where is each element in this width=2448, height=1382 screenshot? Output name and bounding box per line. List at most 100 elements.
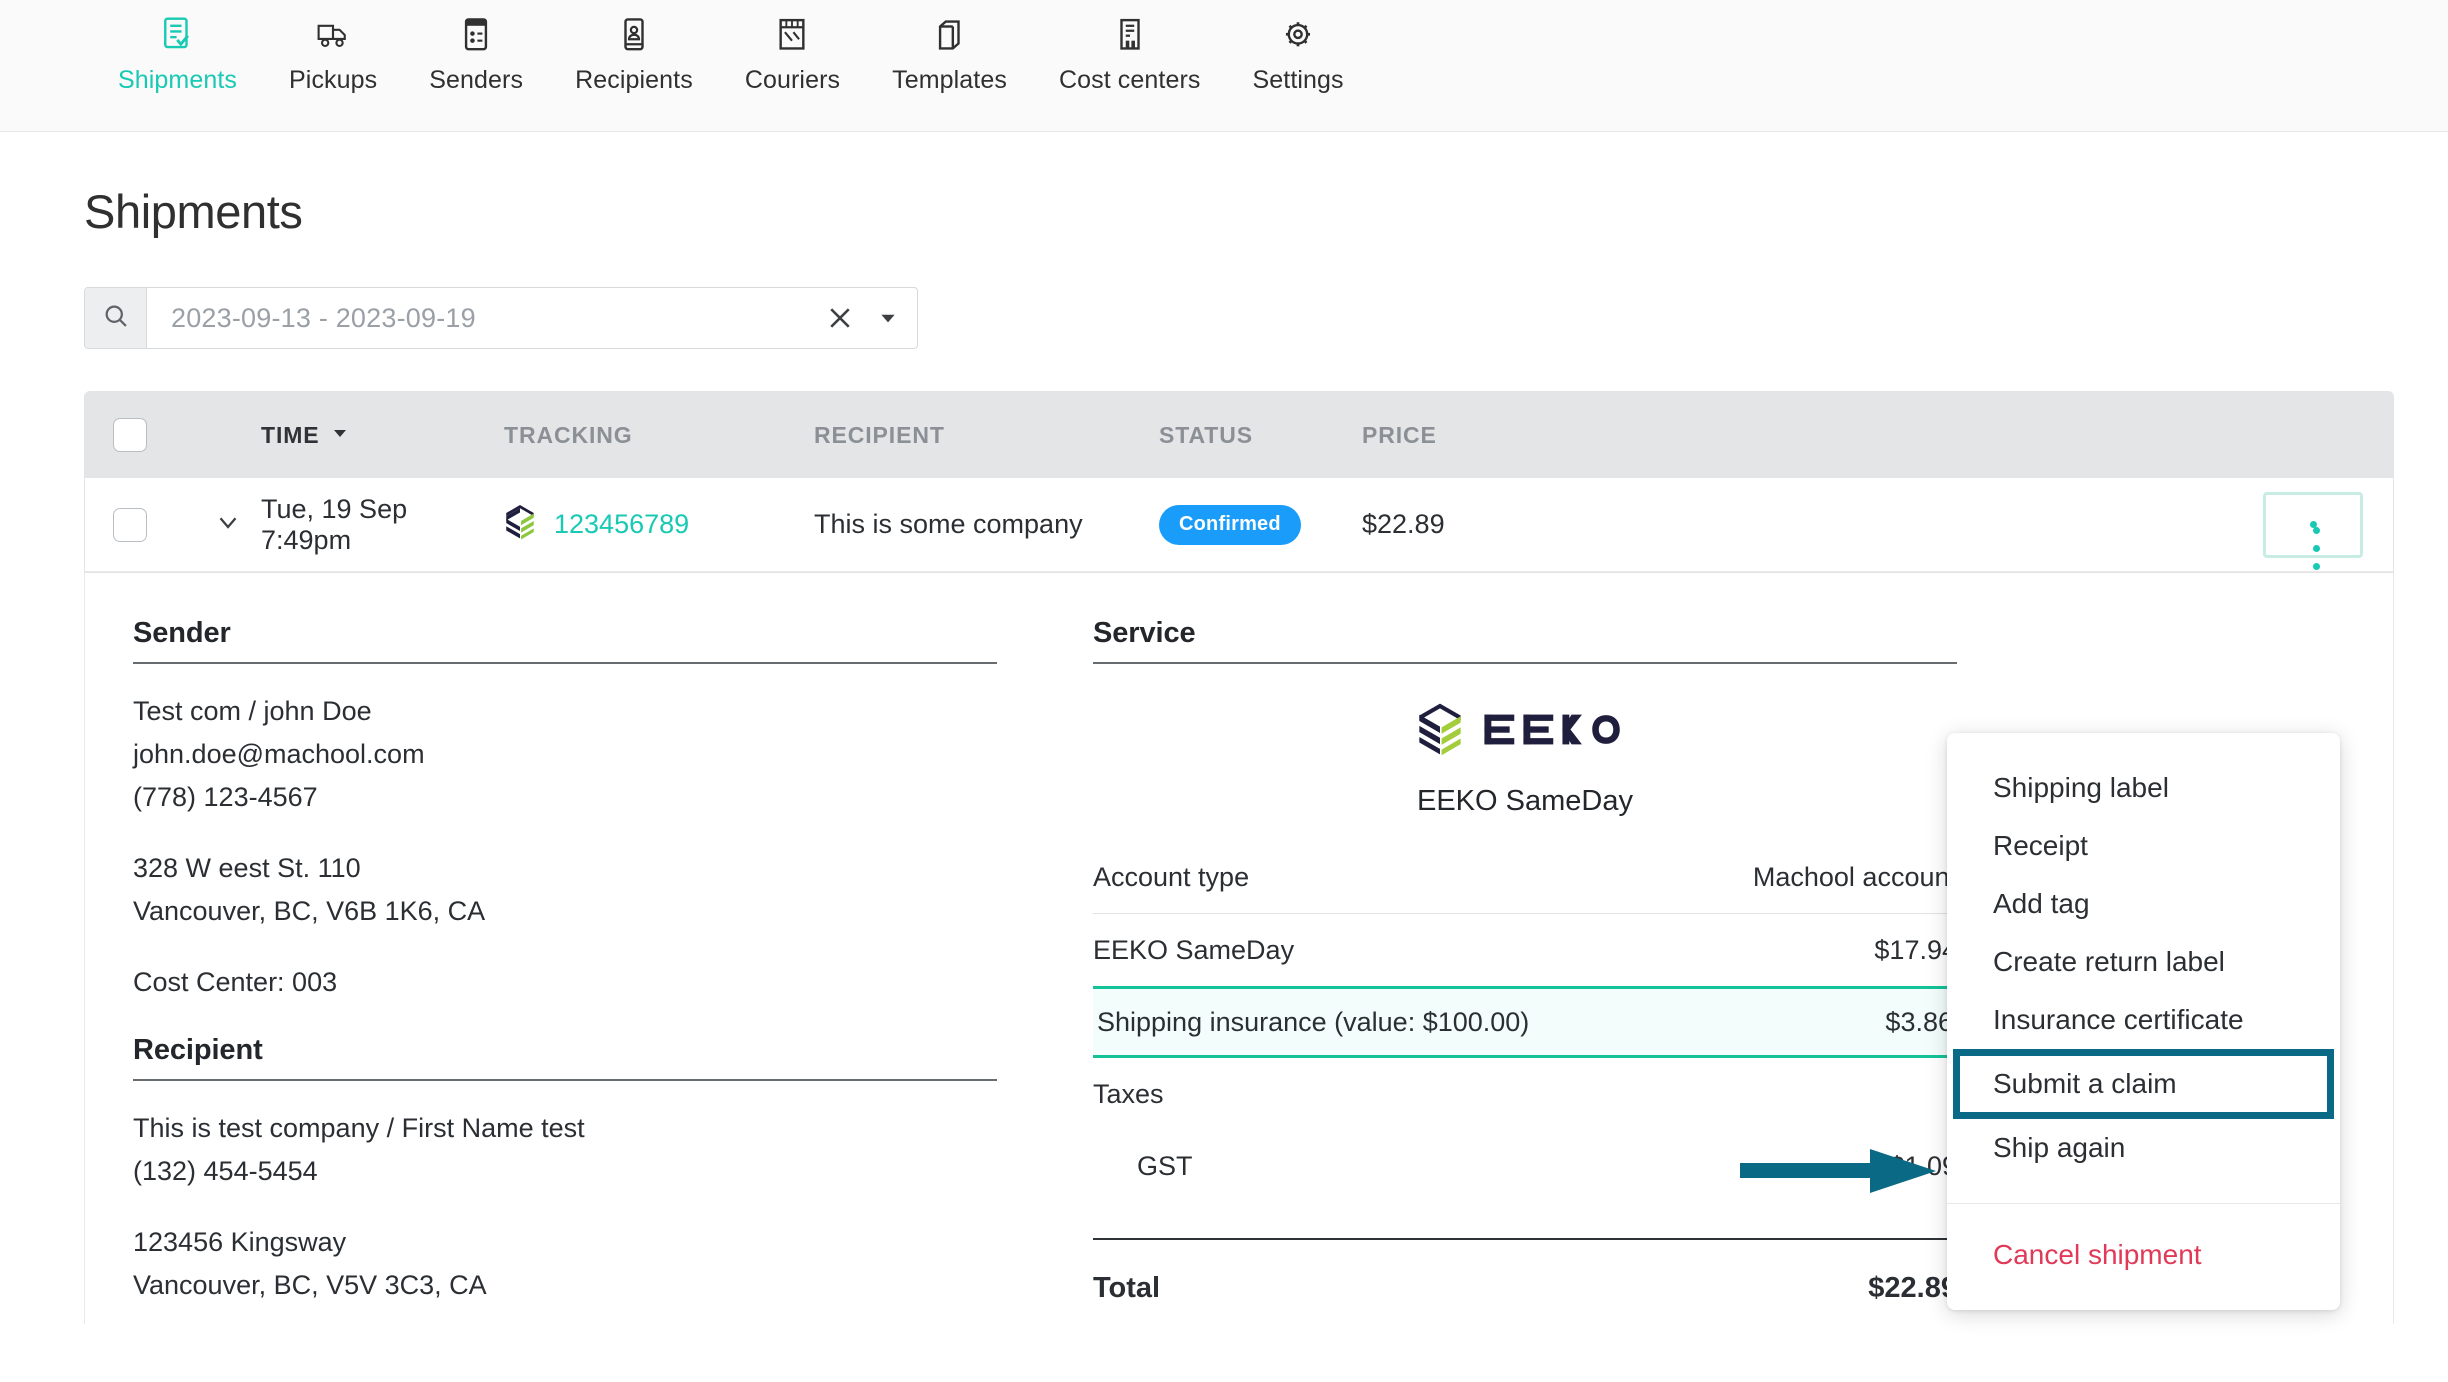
menu-item-ship-again[interactable]: Ship again	[1947, 1119, 2340, 1177]
building-icon	[1113, 16, 1147, 54]
eeko-logo-icon	[1416, 702, 1464, 761]
price-row-value: Machool account	[1752, 862, 1957, 892]
price-row-label: GST	[1137, 1150, 1193, 1181]
date-range-search[interactable]: 2023-09-13 - 2023-09-19	[84, 287, 918, 349]
recipient-address-line1: 123456 Kingsway	[133, 1227, 347, 1257]
nav-item-settings[interactable]: Settings	[1227, 0, 1370, 95]
shipments-table: TIME TRACKING RECIPIENT STATUS PRICE Tue…	[84, 391, 2394, 573]
expand-row-button[interactable]	[195, 507, 261, 542]
sender-section-title: Sender	[133, 617, 231, 649]
caret-down-icon[interactable]	[877, 307, 899, 329]
table-header-row: TIME TRACKING RECIPIENT STATUS PRICE	[85, 392, 2393, 478]
price-row-service: EEKO SameDay $17.94	[1093, 914, 1957, 986]
nav-label: Senders	[429, 66, 524, 94]
table-row[interactable]: Tue, 19 Sep 7:49pm 123456789 This is som…	[85, 478, 2393, 572]
menu-item-insurance-certificate[interactable]: Insurance certificate	[1947, 991, 2340, 1049]
nav-item-senders[interactable]: Senders	[403, 0, 549, 95]
top-navigation: Shipments Pickups Senders Recipients Cou…	[0, 0, 2448, 132]
section-divider	[133, 662, 997, 664]
sender-cost-center: Cost Center: 003	[133, 967, 338, 997]
row-actions-dropdown: Shipping label Receipt Add tag Create re…	[1947, 733, 2340, 1310]
sender-card-icon	[459, 16, 493, 54]
service-section-title: Service	[1093, 617, 1196, 649]
detail-right-column: Service EEKO SameDay Account type Machoo…	[1045, 617, 2005, 1324]
recipient-card-icon	[617, 16, 651, 54]
nav-item-templates[interactable]: Templates	[866, 0, 1033, 95]
row-actions-menu-button[interactable]	[2263, 491, 2363, 570]
nav-item-pickups[interactable]: Pickups	[263, 0, 403, 95]
nav-item-couriers[interactable]: Couriers	[719, 0, 866, 95]
nav-label: Cost centers	[1058, 66, 1201, 94]
sender-address-line2: Vancouver, BC, V6B 1K6, CA	[133, 896, 486, 926]
nav-item-cost-centers[interactable]: Cost centers	[1033, 0, 1227, 95]
gear-icon	[1281, 16, 1315, 54]
nav-label: Shipments	[118, 66, 238, 94]
price-row-label: EEKO SameDay	[1093, 934, 1295, 965]
row-time: Tue, 19 Sep 7:49pm	[261, 493, 408, 555]
price-row-label: Shipping insurance (value: $100.00)	[1097, 1006, 1530, 1037]
row-price: $22.89	[1362, 509, 1445, 539]
menu-item-create-return-label[interactable]: Create return label	[1947, 933, 2340, 991]
nav-item-recipients[interactable]: Recipients	[549, 0, 719, 95]
menu-item-receipt[interactable]: Receipt	[1947, 817, 2340, 875]
recipient-name: This is test company / First Name test	[133, 1113, 585, 1143]
menu-item-submit-a-claim[interactable]: Submit a claim	[1953, 1049, 2334, 1119]
section-divider	[1093, 662, 1957, 664]
row-select-cell	[113, 507, 195, 542]
nav-label: Recipients	[575, 66, 693, 94]
page-title: Shipments	[84, 185, 303, 238]
page-content: Shipments 2023-09-13 - 2023-09-19 TIME T…	[0, 132, 2448, 1324]
price-row-label: Account type	[1093, 862, 1250, 892]
price-row-account-type: Account type Machool account	[1093, 842, 1957, 914]
row-recipient: This is some company	[814, 509, 1083, 539]
price-row-taxes: Taxes	[1093, 1058, 1957, 1130]
arrow-right-icon	[1740, 1148, 1940, 1194]
price-row-total: Total $22.89	[1093, 1252, 1957, 1324]
column-header-recipient[interactable]: RECIPIENT	[814, 422, 1159, 449]
tracking-number-link[interactable]: 123456789	[554, 509, 689, 540]
sender-phone: (778) 123-4567	[133, 782, 318, 812]
price-row-insurance: Shipping insurance (value: $100.00) $3.8…	[1093, 986, 1957, 1058]
price-row-value: $3.86	[1885, 1006, 1953, 1037]
menu-item-cancel-shipment[interactable]: Cancel shipment	[1947, 1226, 2340, 1284]
menu-item-shipping-label[interactable]: Shipping label	[1947, 759, 2340, 817]
row-tracking[interactable]: 123456789	[504, 504, 814, 545]
close-x-icon[interactable]	[825, 303, 855, 333]
menu-divider	[1947, 1203, 2340, 1204]
recipient-phone: (132) 454-5454	[133, 1156, 318, 1186]
column-header-time[interactable]: TIME	[261, 422, 504, 449]
section-divider	[133, 1079, 997, 1081]
column-header-price[interactable]: PRICE	[1362, 422, 1562, 449]
couriers-icon	[775, 16, 809, 54]
column-header-tracking[interactable]: TRACKING	[504, 422, 814, 449]
truck-icon	[316, 16, 350, 54]
nav-label: Pickups	[289, 66, 378, 94]
column-header-status[interactable]: STATUS	[1159, 422, 1362, 449]
menu-item-add-tag[interactable]: Add tag	[1947, 875, 2340, 933]
total-value: $22.89	[1868, 1271, 1957, 1304]
nav-label: Settings	[1252, 66, 1344, 94]
column-header-label: TIME	[261, 421, 320, 448]
service-logo	[1093, 702, 1957, 761]
sender-name: Test com / john Doe	[133, 696, 372, 726]
select-all-cell	[113, 418, 195, 452]
search-input[interactable]: 2023-09-13 - 2023-09-19	[171, 303, 825, 334]
search-field[interactable]: 2023-09-13 - 2023-09-19	[147, 288, 917, 348]
detail-left-column: Sender Test com / john Doe john.doe@mach…	[85, 617, 1045, 1324]
total-divider	[1093, 1238, 1957, 1240]
document-check-icon	[161, 16, 195, 54]
price-row-label: Taxes	[1093, 1078, 1164, 1109]
search-button[interactable]	[85, 288, 147, 348]
select-all-checkbox[interactable]	[113, 418, 147, 452]
recipient-address-line2: Vancouver, BC, V5V 3C3, CA	[133, 1270, 487, 1300]
ellipsis-icon	[2309, 521, 2320, 570]
nav-item-shipments[interactable]: Shipments	[92, 0, 263, 95]
row-checkbox[interactable]	[113, 507, 147, 542]
sender-email: john.doe@machool.com	[133, 739, 425, 769]
total-label: Total	[1093, 1271, 1161, 1304]
